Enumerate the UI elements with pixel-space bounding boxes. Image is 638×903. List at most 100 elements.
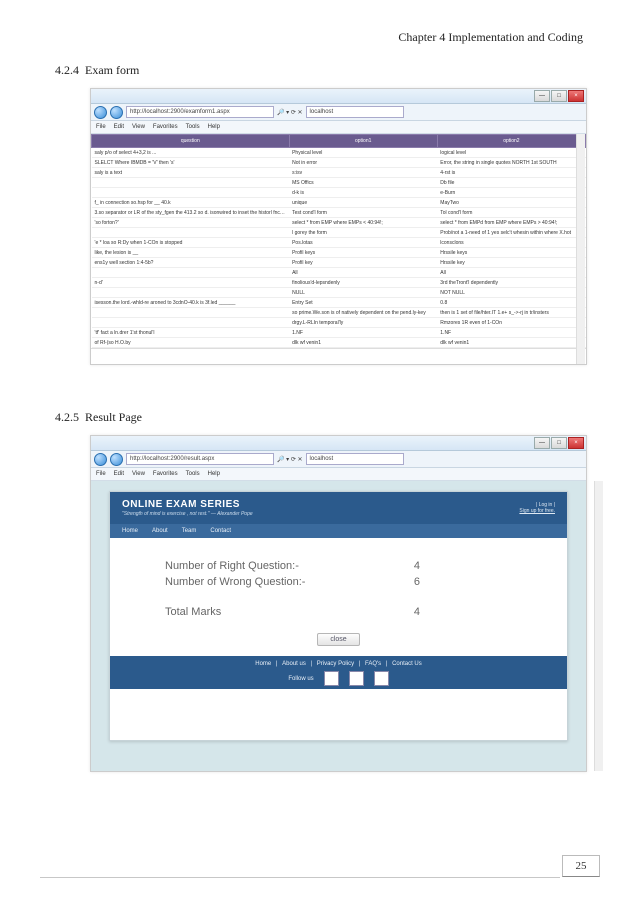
table-cell: 3rd theTront'l dependently <box>437 278 585 288</box>
menu-favorites[interactable]: Favorites <box>153 471 178 477</box>
table-row: like, the lesion is __Profil keysHrssile… <box>92 248 586 258</box>
table-cell: Profil key <box>289 258 437 268</box>
table-cell: logical level <box>437 148 585 158</box>
table-cell: lconsclons <box>437 238 585 248</box>
table-cell <box>92 188 290 198</box>
table-cell: 0.8 <box>437 298 585 308</box>
table-cell: s:isv <box>289 168 437 178</box>
table-cell: 4-rst is <box>437 168 585 178</box>
table-cell: d-k is <box>289 188 437 198</box>
table-row: MS OfficsDb file <box>92 178 586 188</box>
menu-help[interactable]: Help <box>208 471 220 477</box>
back-icon[interactable] <box>94 453 107 466</box>
table-cell: l gorey the form <box>289 228 437 238</box>
follow-label: Follow us <box>288 676 313 682</box>
close-icon[interactable]: × <box>568 90 584 102</box>
table-cell: saly p/o of select 4+3,2 is ... <box>92 148 290 158</box>
table-row: l gorey the formProb/not a 1-need of 1 y… <box>92 228 586 238</box>
social-icon[interactable] <box>349 671 364 686</box>
scrollbar[interactable] <box>594 481 603 771</box>
table-cell: dlk wf venin1 <box>289 338 437 348</box>
minimize-icon[interactable]: — <box>534 437 550 449</box>
result-content: Number of Right Question:- 4 Number of W… <box>110 538 567 656</box>
nav-team[interactable]: Team <box>182 528 197 534</box>
table-cell: like, the lesion is __ <box>92 248 290 258</box>
table-cell: finolious'd-lepsndenly <box>289 278 437 288</box>
table-row: isesson.the lord.-whld-re aroned to 3cdn… <box>92 298 586 308</box>
table-cell: 'e * loa so R:Dy when 1-COn is stopped <box>92 238 290 248</box>
nav-about[interactable]: About <box>152 528 168 534</box>
footer-rule <box>40 877 560 878</box>
table-row: SLELCT Where IBMDB = 'V' then 's'Not in … <box>92 158 586 168</box>
section-name: Exam form <box>85 63 139 77</box>
table-cell: Profil keys <box>289 248 437 258</box>
url-input[interactable]: http://localhost:2900/examform1.aspx <box>126 106 274 118</box>
window-titlebar: — □ × <box>91 436 586 451</box>
window-titlebar: — □ × <box>91 89 586 104</box>
address-bar-row: http://localhost:2900/result.aspx 🔎 ▾ ⟳ … <box>91 451 586 468</box>
table-cell: f_ in connection so.hsp for __ 40.k <box>92 198 290 208</box>
maximize-icon[interactable]: □ <box>551 90 567 102</box>
menu-help[interactable]: Help <box>208 124 220 130</box>
table-row: 'so forton?'select * from EMP where EMPs… <box>92 218 586 228</box>
table-cell: so prime.We.son is of natively dependent… <box>289 308 437 318</box>
menu-view[interactable]: View <box>132 471 145 477</box>
browser-tab[interactable]: localhost <box>306 106 404 118</box>
menu-file[interactable]: File <box>96 124 106 130</box>
site-footer: Home | About us | Privacy Policy | FAQ's… <box>110 656 567 689</box>
col-option1: option1 <box>289 135 437 148</box>
menu-view[interactable]: View <box>132 124 145 130</box>
close-button[interactable]: close <box>317 633 359 646</box>
menu-edit[interactable]: Edit <box>114 471 124 477</box>
table-cell <box>92 318 290 328</box>
right-question-row: Number of Right Question:- 4 <box>165 560 420 572</box>
nav-contact[interactable]: Contact <box>210 528 231 534</box>
footer-privacy[interactable]: Privacy Policy <box>317 661 354 667</box>
social-icon[interactable] <box>374 671 389 686</box>
table-row: of Rf-(so H.O.bydlk wf venin1dlk wf veni… <box>92 338 586 348</box>
forward-icon[interactable] <box>110 106 123 119</box>
signup-link[interactable]: Sign up for free. <box>519 508 555 514</box>
browser-tab[interactable]: localhost <box>306 453 404 465</box>
result-page-screenshot: — □ × http://localhost:2900/result.aspx … <box>90 435 587 772</box>
close-icon[interactable]: × <box>568 437 584 449</box>
exam-form-body: question option1 option2 saly p/o of sel… <box>91 134 586 364</box>
table-cell: 'so forton?' <box>92 218 290 228</box>
maximize-icon[interactable]: □ <box>551 437 567 449</box>
table-cell: Db file <box>437 178 585 188</box>
table-cell: 'tf' fact a ln.drer 1'st thonul'l <box>92 328 290 338</box>
menu-file[interactable]: File <box>96 471 106 477</box>
table-cell <box>92 268 290 278</box>
menu-tools[interactable]: Tools <box>186 471 200 477</box>
back-icon[interactable] <box>94 106 107 119</box>
footer-contact[interactable]: Contact Us <box>392 661 422 667</box>
site-header: ONLINE EXAM SERIES "Strength of mind is … <box>110 492 567 524</box>
menu-edit[interactable]: Edit <box>114 124 124 130</box>
table-cell: 3.so separator or LR of the sty_fgen the… <box>92 208 290 218</box>
table-cell: e-Burn <box>437 188 585 198</box>
table-row: f_ in connection so.hsp for __ 40.kuniqu… <box>92 198 586 208</box>
wrong-label: Number of Wrong Question:- <box>165 576 305 588</box>
menu-tools[interactable]: Tools <box>186 124 200 130</box>
footer-about[interactable]: About us <box>282 661 306 667</box>
table-cell: isesson.the lord.-whld-re aroned to 3cdn… <box>92 298 290 308</box>
right-label: Number of Right Question:- <box>165 560 299 572</box>
menu-favorites[interactable]: Favorites <box>153 124 178 130</box>
footer-home[interactable]: Home <box>255 661 271 667</box>
total-value: 4 <box>414 606 420 618</box>
footer-faq[interactable]: FAQ's <box>365 661 381 667</box>
table-row: AllAll <box>92 268 586 278</box>
table-cell: saly is a text <box>92 168 290 178</box>
nav-home[interactable]: Home <box>122 528 138 534</box>
minimize-icon[interactable]: — <box>534 90 550 102</box>
social-icon[interactable] <box>324 671 339 686</box>
url-input[interactable]: http://localhost:2900/result.aspx <box>126 453 274 465</box>
scrollbar[interactable] <box>576 134 585 364</box>
section-425-title: 4.2.5 Result Page <box>55 410 598 425</box>
forward-icon[interactable] <box>110 453 123 466</box>
table-cell: ens1y well section 1:4-5b? <box>92 258 290 268</box>
wrong-value: 6 <box>414 576 420 588</box>
table-cell: All <box>289 268 437 278</box>
section-name: Result Page <box>85 410 142 424</box>
total-marks-row: Total Marks 4 <box>165 606 420 618</box>
